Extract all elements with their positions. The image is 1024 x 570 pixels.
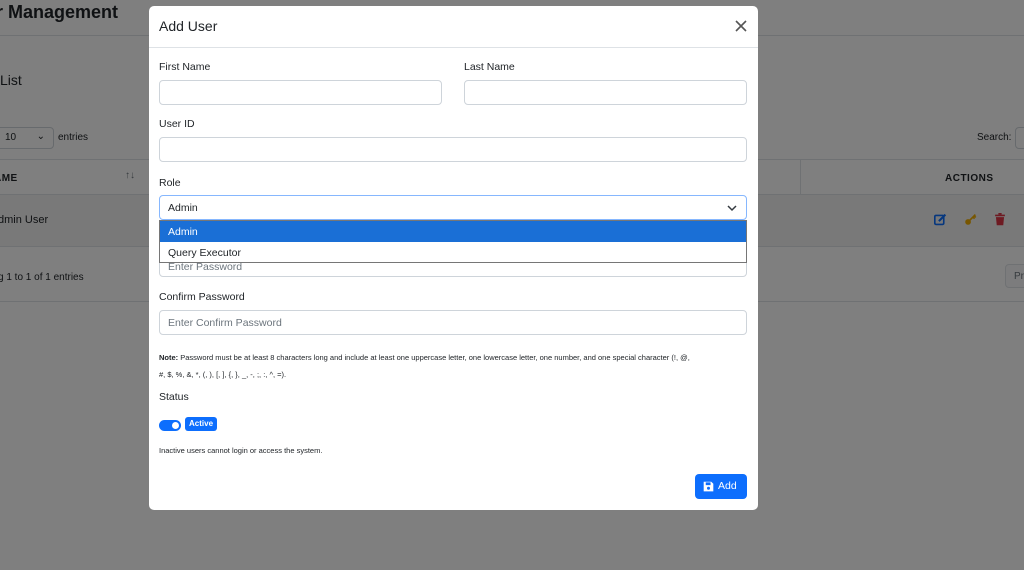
modal-header: Add User — [149, 6, 758, 48]
add-button[interactable]: Add — [695, 474, 747, 499]
toggle-knob — [172, 422, 179, 429]
confirm-password-label: Confirm Password — [159, 291, 245, 303]
role-label: Role — [159, 177, 181, 189]
first-name-label: First Name — [159, 61, 211, 73]
user-id-input[interactable] — [159, 137, 747, 162]
add-button-label: Add — [718, 480, 737, 492]
chevron-down-icon — [726, 202, 738, 214]
confirm-password-input[interactable]: Enter Confirm Password — [159, 310, 747, 335]
last-name-label: Last Name — [464, 61, 515, 73]
note-prefix: Note: — [159, 353, 179, 362]
status-badge: Active — [185, 417, 218, 431]
user-id-label: User ID — [159, 118, 195, 130]
add-user-modal: Add User First Name Last Name User ID Ro… — [149, 6, 758, 510]
first-name-input[interactable] — [159, 80, 442, 105]
last-name-input[interactable] — [464, 80, 747, 105]
save-icon — [703, 481, 714, 492]
role-select[interactable]: Admin — [159, 195, 747, 220]
password-note: Note: Password must be at least 8 charac… — [159, 349, 749, 383]
role-option-admin[interactable]: Admin — [160, 221, 746, 242]
modal-title: Add User — [159, 18, 218, 34]
note-line-2: #, $, %, &, *, (, ), [, ], {, }, _, -, ;… — [159, 370, 287, 379]
role-option-query-executor[interactable]: Query Executor — [160, 242, 746, 263]
status-toggle[interactable] — [159, 420, 181, 431]
close-icon[interactable] — [733, 18, 749, 34]
status-help-text: Inactive users cannot login or access th… — [159, 446, 323, 455]
status-label: Status — [159, 391, 189, 403]
role-dropdown-list: Admin Query Executor — [159, 220, 747, 263]
note-line-1: Password must be at least 8 characters l… — [178, 353, 690, 362]
role-selected-value: Admin — [168, 202, 198, 214]
